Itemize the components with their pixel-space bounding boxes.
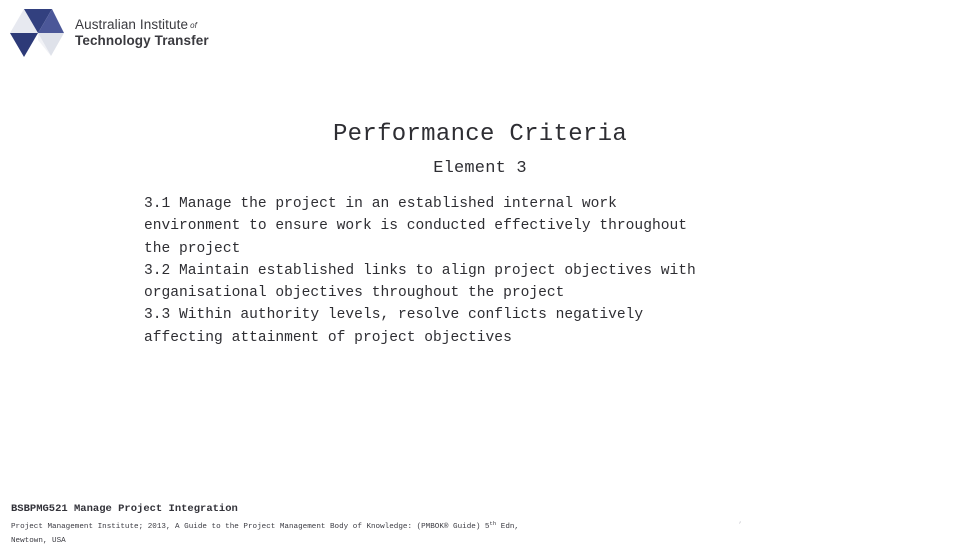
brand-name-of: of [190,21,197,30]
footer-citation-edition: Edn, [496,523,519,531]
aitt-hexagon-triangles-logo-icon [8,6,64,60]
footer-citation-line-2: Newtown, USA [11,536,891,547]
footer-citation-text: Project Management Institute; 2013, A Gu… [11,523,489,531]
performance-criteria-list: 3.1 Manage the project in an established… [144,193,844,349]
criteria-line: affecting attainment of project objectiv… [144,327,844,349]
criteria-line: environment to ensure work is conducted … [144,215,844,237]
criteria-line: 3.3 Within authority levels, resolve con… [144,304,844,326]
brand-name-line-2: Technology Transfer [75,33,209,49]
slide-footer: BSBPMG521 Manage Project Integration Pro… [11,503,891,547]
brand-wordmark: Australian Instituteof Technology Transf… [75,17,209,49]
criteria-line: 3.2 Maintain established links to align … [144,260,844,282]
criteria-line: the project [144,238,844,260]
slide-subtitle: Element 3 [0,159,960,178]
footer-course-title: BSBPMG521 Manage Project Integration [11,503,891,516]
brand-logo: Australian Instituteof Technology Transf… [8,6,209,60]
footer-citation-line-1: Project Management Institute; 2013, A Gu… [11,518,891,534]
slide-title: Performance Criteria [0,121,960,148]
brand-name-line-1: Australian Instituteof [75,17,209,33]
criteria-line: organisational objectives throughout the… [144,282,844,304]
slide-canvas: Australian Instituteof Technology Transf… [0,0,960,540]
criteria-line: 3.1 Manage the project in an established… [144,193,844,215]
footer-corner-mark: ’ [738,522,742,530]
